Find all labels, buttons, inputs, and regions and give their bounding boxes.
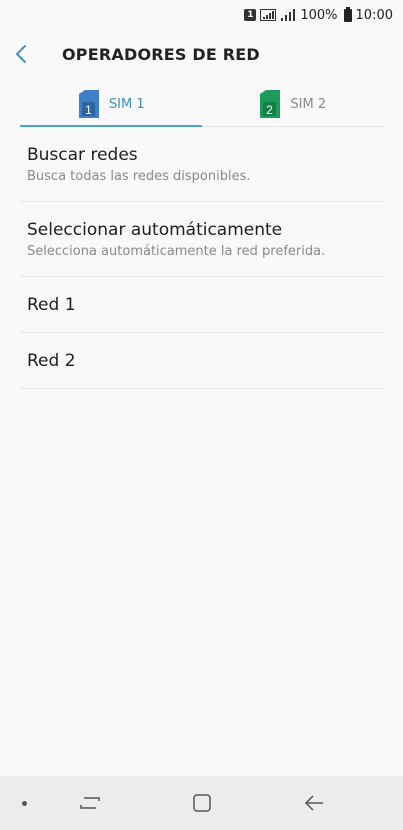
select-automatically-item[interactable]: Seleccionar automáticamente Selecciona a… xyxy=(20,202,383,277)
list-item-subtitle: Selecciona automáticamente la red prefer… xyxy=(27,243,326,259)
sim-1-icon: 1 xyxy=(244,9,257,21)
list-item-title: Red 1 xyxy=(27,294,76,315)
battery-icon xyxy=(343,6,352,22)
navigation-bar xyxy=(0,776,403,830)
tab-sim-1-label: SIM 1 xyxy=(108,96,145,112)
sim-tabs: 1 SIM 1 2 SIM 2 xyxy=(20,82,383,127)
sim-card-1-icon: 1 xyxy=(78,90,99,118)
network-options-list: Buscar redes Busca todas las redes dispo… xyxy=(20,127,383,389)
battery-percentage: 100% xyxy=(300,7,338,23)
back-button[interactable] xyxy=(14,34,54,74)
svg-text:1: 1 xyxy=(85,103,92,117)
recent-apps-button[interactable] xyxy=(76,790,104,816)
signal-strength-icon xyxy=(260,9,277,21)
back-chevron-icon xyxy=(16,45,26,63)
back-arrow-icon xyxy=(304,795,323,811)
list-item-title: Red 2 xyxy=(27,350,76,371)
tab-sim-1[interactable]: 1 SIM 1 xyxy=(20,82,202,127)
dot-icon[interactable] xyxy=(22,801,27,806)
header: OPERADORES DE RED xyxy=(0,34,403,74)
home-icon xyxy=(193,794,211,812)
list-item-subtitle: Busca todas las redes disponibles. xyxy=(27,168,251,184)
tab-sim-2[interactable]: 2 SIM 2 xyxy=(202,82,384,126)
list-item-title: Seleccionar automáticamente xyxy=(27,219,283,240)
network-item-red-2[interactable]: Red 2 xyxy=(20,333,383,389)
sim-card-2-icon: 2 xyxy=(260,90,281,118)
screen: 1 100% 10:00 OPERADORES DE RED 1 SIM 1 2… xyxy=(0,0,403,830)
page-title: OPERADORES DE RED xyxy=(62,44,260,64)
home-button[interactable] xyxy=(188,790,216,816)
clock: 10:00 xyxy=(355,7,393,23)
list-item-title: Buscar redes xyxy=(27,144,138,165)
signal-bars-icon xyxy=(281,9,296,21)
network-item-red-1[interactable]: Red 1 xyxy=(20,277,383,333)
tab-sim-2-label: SIM 2 xyxy=(290,96,327,112)
recent-apps-icon xyxy=(80,797,100,809)
search-networks-item[interactable]: Buscar redes Busca todas las redes dispo… xyxy=(20,127,383,202)
status-bar: 1 100% 10:00 xyxy=(0,0,403,30)
svg-text:2: 2 xyxy=(267,103,274,117)
back-nav-button[interactable] xyxy=(300,790,328,816)
